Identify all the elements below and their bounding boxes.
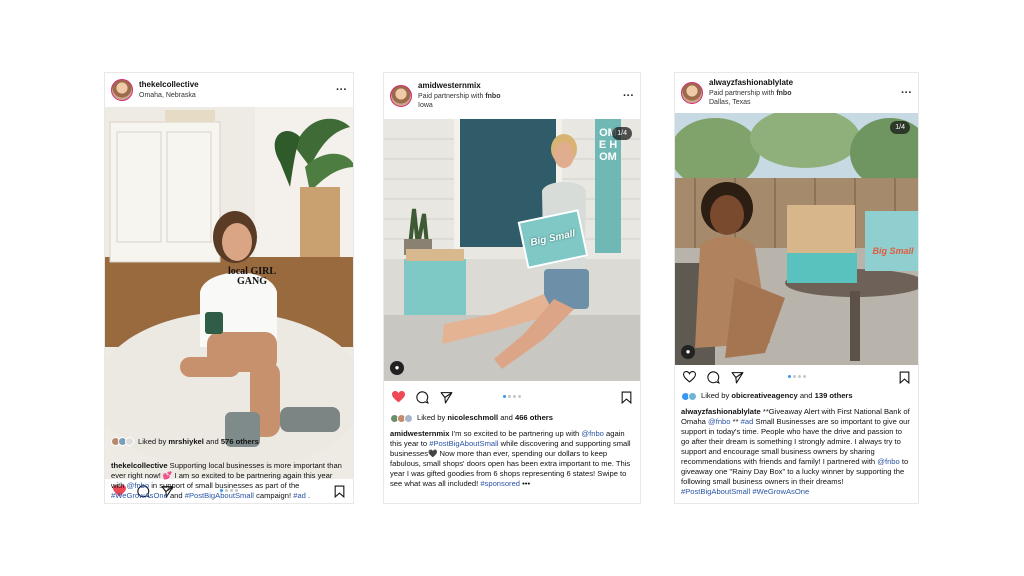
photo-illustration: [105, 107, 353, 479]
post-photo[interactable]: Big Small 1/4 ●: [675, 113, 918, 365]
mention-link[interactable]: @fnbo: [581, 429, 604, 438]
post-header: thekelcollective Omaha, Nebraska ···: [105, 73, 353, 107]
avatar[interactable]: [111, 79, 133, 101]
username[interactable]: alwayzfashionablylate: [709, 78, 901, 89]
like-count[interactable]: 466 others: [515, 413, 553, 423]
hashtag-link[interactable]: #ad: [741, 417, 754, 426]
liked-by-user[interactable]: obicreativeagency: [731, 391, 797, 401]
carousel-counter: 1/4: [890, 121, 910, 135]
hashtag-link[interactable]: #sponsored: [480, 479, 520, 488]
carousel-dots: [787, 375, 806, 378]
post-card-1: thekelcollective Omaha, Nebraska ··· loc…: [104, 72, 354, 504]
like-count[interactable]: 576 others: [221, 437, 259, 447]
comment-icon[interactable]: [414, 389, 430, 405]
hashtag-link[interactable]: #ad: [293, 491, 306, 500]
likes-line: Liked by mrshiykel and 576 others: [111, 437, 347, 447]
likes-line: Liked by nicoleschmoll and 466 others: [390, 413, 634, 423]
hashtag-link[interactable]: #WeGrowAsOne: [111, 491, 168, 500]
shirt-text: local GIRL GANG: [227, 266, 277, 287]
more-options-icon[interactable]: ···: [336, 85, 347, 96]
liked-and: and: [206, 436, 219, 446]
username[interactable]: thekelcollective: [139, 80, 336, 91]
caption: alwayzfashionablylate **Giveaway Alert w…: [681, 407, 912, 497]
post-photo[interactable]: local GIRL GANG: [105, 107, 353, 479]
paid-partnership: Paid partnership with fnbo: [418, 93, 501, 101]
hashtag-link[interactable]: #PostBigAboutSmall: [185, 491, 254, 500]
more-options-icon[interactable]: ···: [623, 91, 634, 102]
more-options-icon[interactable]: ···: [901, 88, 912, 99]
caption-username[interactable]: thekelcollective: [111, 461, 168, 470]
location[interactable]: Iowa: [418, 101, 623, 110]
like-count[interactable]: 139 others: [815, 391, 853, 401]
mention-link[interactable]: @fnbo: [708, 417, 731, 426]
hashtag-link[interactable]: #WeGrowAsOne: [752, 487, 809, 496]
location[interactable]: Dallas, Texas: [709, 98, 901, 107]
post-header: alwayzfashionablylate Paid partnership w…: [675, 73, 918, 113]
partner-name[interactable]: fnbo: [485, 93, 500, 100]
caption-username[interactable]: amidwesternmix: [390, 429, 450, 438]
caption-username[interactable]: alwayzfashionablylate: [681, 407, 761, 416]
share-icon[interactable]: [729, 369, 745, 385]
liked-by-prefix: Liked by: [417, 413, 446, 422]
caption-text: **: [730, 417, 741, 427]
username[interactable]: amidwesternmix: [418, 81, 623, 92]
liked-by-prefix: Liked by: [701, 391, 730, 400]
comment-icon[interactable]: [705, 369, 721, 385]
heart-icon[interactable]: [390, 389, 406, 405]
more-caption-button[interactable]: •••: [520, 479, 530, 488]
liked-and: and: [500, 413, 513, 422]
post-card-2: amidwesternmix Paid partnership with fnb…: [383, 72, 641, 504]
action-bar: [675, 369, 918, 385]
liked-by-user[interactable]: mrshiykel: [168, 437, 203, 447]
tagged-users-icon[interactable]: ●: [681, 345, 695, 359]
caption: thekelcollective Supporting local busine…: [111, 461, 347, 501]
paid-partnership: Paid partnership with fnbo: [709, 90, 792, 98]
caption-text: and: [167, 490, 185, 500]
carousel-dots: [503, 395, 521, 398]
mention-link[interactable]: @fnbo: [127, 481, 150, 490]
carousel-counter: 1/4: [612, 127, 632, 141]
action-bar: [384, 389, 640, 405]
caption-text: in support of small businesses as part o…: [149, 480, 300, 490]
share-icon[interactable]: [438, 389, 454, 405]
post-photo[interactable]: Big Small OME HOM 1/4 ●: [384, 119, 640, 381]
bookmark-icon[interactable]: [896, 369, 912, 385]
product-box-logo: Big Small: [872, 245, 914, 256]
caption-text: .: [305, 490, 311, 500]
caption-text: I'm so excited to be partnering up with: [449, 429, 582, 438]
heart-outline-icon[interactable]: [681, 369, 697, 385]
bookmark-icon[interactable]: [618, 389, 634, 405]
post-card-3: alwayzfashionablylate Paid partnership w…: [674, 72, 919, 504]
caption: amidwesternmix I'm so excited to be part…: [390, 429, 634, 489]
hashtag-link[interactable]: #PostBigAboutSmall: [681, 487, 750, 496]
avatar[interactable]: [390, 85, 412, 107]
liked-by-prefix: Liked by: [138, 436, 167, 446]
liked-and: and: [799, 391, 813, 400]
location[interactable]: Omaha, Nebraska: [139, 91, 336, 100]
mention-link[interactable]: @fnbo: [877, 457, 900, 466]
post-header: amidwesternmix Paid partnership with fnb…: [384, 73, 640, 119]
avatar[interactable]: [681, 82, 703, 104]
likes-line: Liked by obicreativeagency and 139 other…: [681, 391, 912, 401]
caption-text: campaign!: [253, 490, 294, 500]
tagged-users-icon[interactable]: ●: [390, 361, 404, 375]
partner-name[interactable]: fnbo: [776, 90, 791, 97]
hashtag-link[interactable]: #PostBigAboutSmall: [429, 439, 498, 448]
liked-by-user[interactable]: nicoleschmoll: [447, 413, 498, 423]
